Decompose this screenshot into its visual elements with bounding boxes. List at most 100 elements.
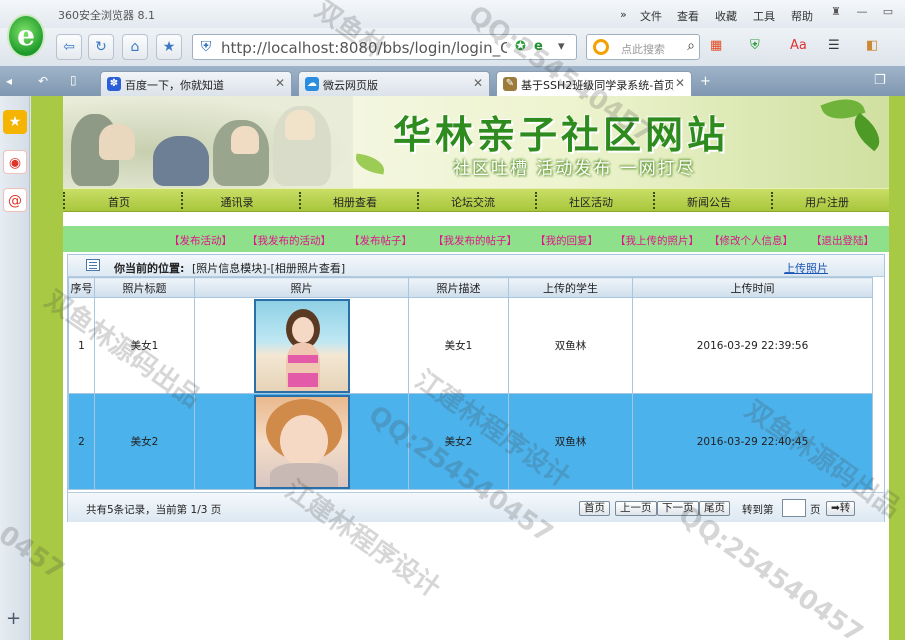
tab-back-icon[interactable]: ◂ [6, 74, 12, 88]
tab-page-icon[interactable]: ▯ [70, 73, 77, 87]
photo-table: 序号 照片标题 照片 照片描述 上传的学生 上传时间 1 美女1 美女1 双鱼林… [68, 277, 873, 490]
table-row[interactable]: 1 美女1 美女1 双鱼林 2016-03-29 22:39:56 [68, 297, 873, 394]
col-no: 序号 [68, 277, 95, 298]
title-bar: 360安全浏览器 8.1 » 文件 查看 收藏 工具 帮助 ♜ — ▭ [0, 0, 905, 28]
table-row[interactable]: 2 美女2 美女2 双鱼林 2016-03-29 22:40:45 [68, 393, 873, 490]
apps-grid-icon[interactable]: ▦ [710, 38, 722, 53]
navigation-bar: ⇦ ↻ ⌂ ★ ⛨ http://localhost:8080/bbs/logi… [0, 28, 905, 66]
maximize-icon[interactable]: ▭ [878, 5, 898, 21]
tab-class-alumni[interactable]: ✎ 基于SSH2班级同学录系统-首页 ✕ [496, 71, 692, 96]
photo-thumbnail[interactable] [253, 394, 350, 489]
refresh-icon[interactable]: ↻ [88, 34, 114, 60]
search-box[interactable]: 点此搜索 ⌕ [586, 34, 700, 60]
nav-home[interactable]: 首页 [63, 194, 175, 210]
close-icon[interactable]: ✕ [473, 76, 483, 90]
site-banner: 华林亲子社区网站 社区吐槽 活动发布 一网打尽 [63, 96, 889, 188]
back-arrow-icon[interactable]: ⇦ [56, 34, 82, 60]
location-path: [照片信息模块]-[相册照片查看] [192, 262, 346, 275]
green-refresh-icon[interactable]: ✪ [515, 39, 526, 54]
goto-label: 转到第 [742, 504, 774, 516]
page-container: 华林亲子社区网站 社区吐槽 活动发布 一网打尽 首页 通讯录 相册查看 论坛交流… [63, 96, 889, 640]
close-icon[interactable]: ✕ [275, 76, 285, 90]
photo-thumbnail[interactable] [253, 298, 350, 393]
menu-favorites[interactable]: 收藏 [715, 8, 737, 24]
cell-photo [194, 393, 409, 490]
cell-title: 美女2 [94, 393, 195, 490]
home-icon[interactable]: ⌂ [122, 34, 148, 60]
search-engine-icon[interactable] [593, 39, 609, 55]
tab-weiyun[interactable]: ☁ 微云网页版 ✕ [298, 71, 490, 96]
photo-panel: 你当前的位置: [照片信息模块]-[相册照片查看] 上传照片 序号 照片标题 照… [67, 254, 885, 522]
user-subnav: 【发布活动】 【我发布的活动】 【发布帖子】 【我发布的帖子】 【我的回复】 【… [63, 226, 889, 252]
tab-bar: ◂ ↶ ▯ ✽ 百度一下，你就知道 ✕ ☁ 微云网页版 ✕ ✎ 基于SSH2班级… [0, 66, 905, 96]
cell-photo [194, 297, 409, 394]
nav-albums[interactable]: 相册查看 [299, 194, 411, 210]
address-dropdown-icon[interactable]: ▾ [558, 39, 565, 54]
col-student: 上传的学生 [508, 277, 633, 298]
page-number-input[interactable] [782, 499, 806, 517]
next-page-button[interactable]: 下一页 [657, 501, 699, 516]
skin-icon[interactable]: ♜ [826, 5, 846, 21]
nav-register[interactable]: 用户注册 [771, 194, 883, 210]
cell-no: 2 [68, 393, 95, 490]
sidebar-add-icon[interactable]: + [6, 608, 21, 629]
prev-page-button[interactable]: 上一页 [615, 501, 657, 516]
subnav-my-photos[interactable]: 【我上传的照片】 [615, 233, 699, 248]
menu-file[interactable]: 文件 [640, 8, 662, 24]
subnav-publish-activity[interactable]: 【发布活动】 [169, 233, 232, 248]
star-icon[interactable]: ★ [156, 34, 182, 60]
subnav-my-posts[interactable]: 【我发布的帖子】 [433, 233, 517, 248]
tab-undo-icon[interactable]: ↶ [38, 74, 48, 88]
nav-news[interactable]: 新闻公告 [653, 194, 765, 210]
menu-view[interactable]: 查看 [677, 8, 699, 24]
tab-list-icon[interactable]: ❐ [874, 73, 886, 88]
list-icon [86, 259, 100, 271]
subnav-my-replies[interactable]: 【我的回复】 [535, 233, 598, 248]
subnav-my-activities[interactable]: 【我发布的活动】 [247, 233, 331, 248]
col-time: 上传时间 [632, 277, 873, 298]
first-page-button[interactable]: 首页 [579, 501, 610, 516]
col-desc: 照片描述 [408, 277, 509, 298]
last-page-button[interactable]: 尾页 [699, 501, 730, 516]
tab-label: 微云网页版 [323, 79, 378, 92]
pagination-bar: 共有5条记录，当前第 1/3 页 首页 上一页 下一页 尾页 转到第 页 ➡转 [68, 492, 884, 522]
subnav-logout[interactable]: 【退出登陆】 [811, 233, 874, 248]
menu-lines-icon[interactable]: ☰ [828, 38, 840, 53]
site-title: 华林亲子社区网站 [393, 113, 730, 157]
upload-photo-link[interactable]: 上传照片 [784, 260, 828, 276]
banner-painting [63, 96, 353, 188]
weibo-icon[interactable]: ◉ [3, 150, 27, 174]
cell-no: 1 [68, 297, 95, 394]
address-url[interactable]: http://localhost:8080/bbs/login/login_Ch… [221, 39, 507, 57]
translate-icon[interactable]: Aa [790, 38, 807, 53]
ie-e-icon[interactable]: e [534, 39, 543, 54]
minimize-icon[interactable]: — [852, 5, 872, 21]
nav-contacts[interactable]: 通讯录 [181, 194, 293, 210]
subnav-edit-profile[interactable]: 【修改个人信息】 [709, 233, 793, 248]
page-favicon-icon: ✎ [503, 77, 517, 91]
browser-sidebar: ★ ◉ @ + [0, 96, 30, 640]
site-subtitle: 社区吐槽 活动发布 一网打尽 [453, 159, 696, 179]
browser-title: 360安全浏览器 8.1 [58, 9, 155, 22]
menu-double-chevron-icon[interactable]: » [620, 8, 627, 21]
tab-label: 基于SSH2班级同学录系统-首页 [521, 79, 676, 92]
col-photo: 照片 [194, 277, 409, 298]
menu-help[interactable]: 帮助 [791, 8, 813, 24]
new-tab-icon[interactable]: + [700, 74, 711, 89]
address-bar[interactable]: ⛨ http://localhost:8080/bbs/login/login_… [192, 34, 577, 60]
nav-activities[interactable]: 社区活动 [535, 194, 647, 210]
game-icon[interactable]: ◧ [866, 38, 878, 53]
search-icon[interactable]: ⌕ [687, 38, 695, 54]
go-button[interactable]: ➡转 [826, 501, 856, 516]
email-at-icon[interactable]: @ [3, 188, 27, 212]
search-placeholder: 点此搜索 [621, 43, 665, 56]
security-shield-icon[interactable]: ⛨ [750, 38, 760, 53]
favorites-star-icon[interactable]: ★ [3, 110, 27, 134]
location-bar: 你当前的位置: [照片信息模块]-[相册照片查看] 上传照片 [68, 255, 884, 277]
tab-baidu[interactable]: ✽ 百度一下，你就知道 ✕ [100, 71, 292, 96]
close-icon[interactable]: ✕ [672, 76, 685, 90]
browser-logo-icon: e [7, 14, 45, 58]
menu-tools[interactable]: 工具 [753, 8, 775, 24]
subnav-publish-post[interactable]: 【发布帖子】 [349, 233, 412, 248]
nav-forum[interactable]: 论坛交流 [417, 194, 529, 210]
